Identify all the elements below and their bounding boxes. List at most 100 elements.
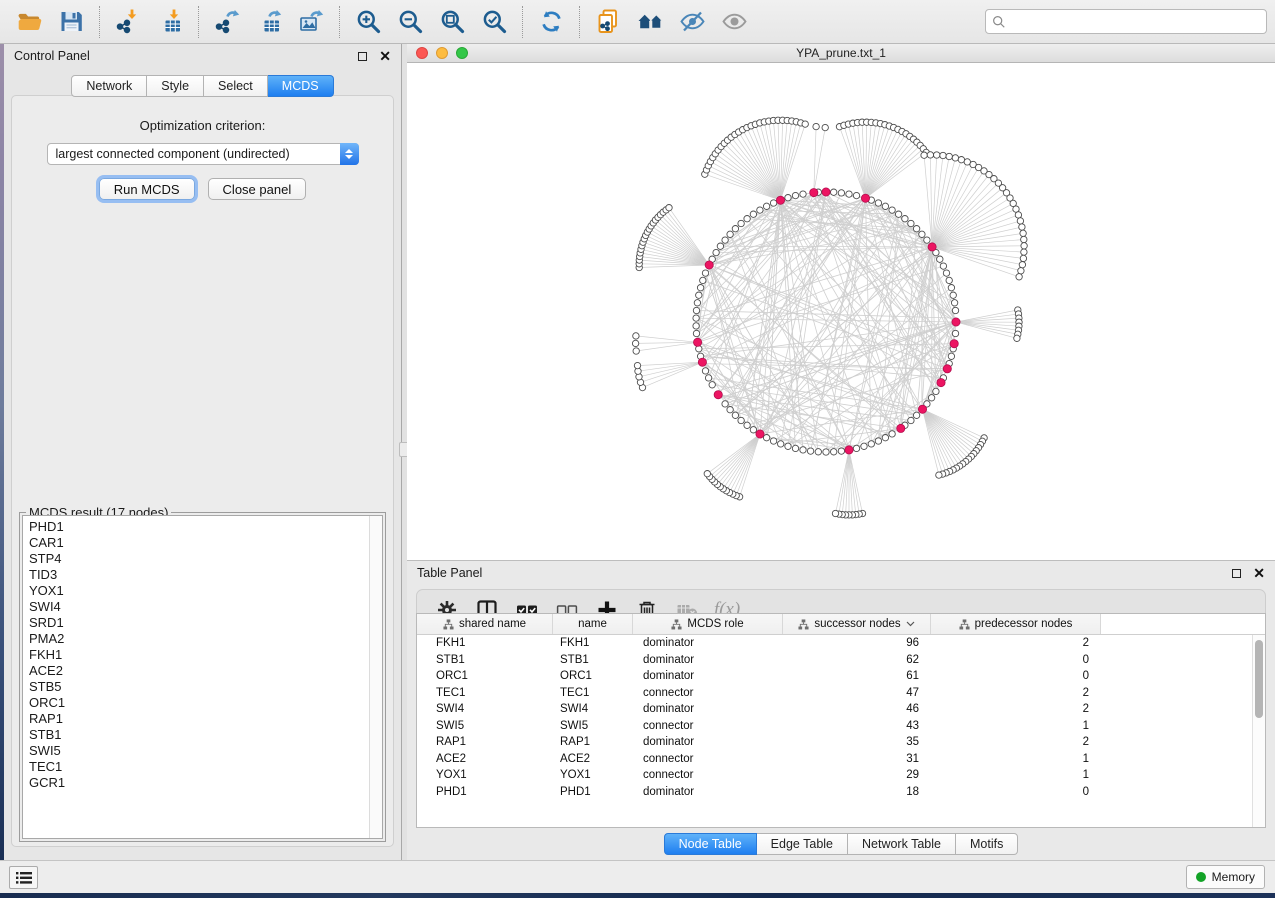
cell-successor-nodes: 29 [783, 767, 931, 784]
export-table-button[interactable] [248, 3, 290, 41]
zoom-selected-button[interactable] [473, 3, 515, 41]
mcds-list-scrollbar[interactable] [369, 516, 382, 838]
table-row[interactable]: PHD1PHD1dominator180 [417, 784, 1252, 801]
table-row[interactable]: FKH1FKH1dominator962 [417, 635, 1252, 652]
open-file-button[interactable] [8, 3, 50, 41]
import-network-icon [115, 8, 142, 35]
mcds-result-item[interactable]: PMA2 [29, 631, 369, 647]
toolbar-separator [579, 6, 580, 38]
mcds-result-item[interactable]: YOX1 [29, 583, 369, 599]
cell-name: STB1 [553, 652, 633, 669]
close-table-panel-icon[interactable]: ✕ [1253, 569, 1265, 578]
control-panel-title: Control Panel [14, 49, 358, 63]
column-type-icon [798, 619, 809, 630]
first-neighbors-button[interactable] [629, 3, 671, 41]
network-graph[interactable] [407, 63, 1275, 559]
column-label: predecessor nodes [975, 618, 1073, 630]
mcds-result-item[interactable]: SWI5 [29, 743, 369, 759]
mcds-result-item[interactable]: GCR1 [29, 775, 369, 791]
mcds-result-item[interactable]: TEC1 [29, 759, 369, 775]
column-label: successor nodes [814, 618, 900, 630]
save-session-button[interactable] [50, 3, 92, 41]
tab-motifs[interactable]: Motifs [956, 833, 1018, 855]
zoom-out-button[interactable] [389, 3, 431, 41]
hide-selected-icon [679, 8, 706, 35]
new-network-from-selection-button[interactable] [587, 3, 629, 41]
table-row[interactable]: ORC1ORC1dominator610 [417, 668, 1252, 685]
mcds-result-item[interactable]: SRD1 [29, 615, 369, 631]
search-box[interactable] [985, 9, 1267, 34]
mcds-tab-content: Optimization criterion: largest connecte… [11, 95, 394, 847]
search-input[interactable] [1006, 12, 1260, 32]
tab-network[interactable]: Network [71, 75, 147, 97]
mcds-result-item[interactable]: ACE2 [29, 663, 369, 679]
mcds-result-item[interactable]: TID3 [29, 567, 369, 583]
table-row[interactable]: TEC1TEC1connector472 [417, 685, 1252, 702]
table-row[interactable]: ACE2ACE2connector311 [417, 751, 1252, 768]
mcds-result-item[interactable]: FKH1 [29, 647, 369, 663]
toolbar-separator [522, 6, 523, 38]
mcds-result-item[interactable]: RAP1 [29, 711, 369, 727]
fan-nodes[interactable] [632, 117, 1027, 518]
table-body: FKH1FKH1dominator962STB1STB1dominator620… [417, 635, 1252, 827]
mcds-result-item[interactable]: ORC1 [29, 695, 369, 711]
cell-successor-nodes: 61 [783, 668, 931, 685]
table-row[interactable]: SWI4SWI4dominator462 [417, 701, 1252, 718]
mcds-result-list[interactable]: PHD1CAR1STP4TID3YOX1SWI4SRD1PMA2FKH1ACE2… [23, 516, 369, 838]
column-header-MCDS-role[interactable]: MCDS role [633, 614, 783, 634]
table-scrollbar[interactable] [1252, 635, 1265, 827]
tab-network-table[interactable]: Network Table [848, 833, 956, 855]
tab-style[interactable]: Style [147, 75, 204, 97]
import-table-button[interactable] [149, 3, 191, 41]
float-table-panel-icon[interactable] [1232, 569, 1241, 578]
tab-edge-table[interactable]: Edge Table [757, 833, 848, 855]
export-image-button[interactable] [290, 3, 332, 41]
run-mcds-button[interactable]: Run MCDS [99, 178, 195, 200]
refresh-button[interactable] [530, 3, 572, 41]
mcds-result-item[interactable]: SWI4 [29, 599, 369, 615]
table-row[interactable]: RAP1RAP1dominator352 [417, 734, 1252, 751]
control-panel-tabs: NetworkStyleSelectMCDS [4, 75, 401, 97]
table-row[interactable]: YOX1YOX1connector291 [417, 767, 1252, 784]
tab-select[interactable]: Select [204, 75, 268, 97]
export-network-button[interactable] [206, 3, 248, 41]
mcds-result-item[interactable]: PHD1 [29, 519, 369, 535]
right-column: YPA_prune.txt_1 Table Panel ✕ f(x) share… [407, 44, 1275, 860]
tab-node-table[interactable]: Node Table [664, 833, 757, 855]
import-network-button[interactable] [107, 3, 149, 41]
zoom-fit-button[interactable] [431, 3, 473, 41]
show-all-button[interactable] [713, 3, 755, 41]
zoom-in-button[interactable] [347, 3, 389, 41]
memory-button[interactable]: Memory [1186, 865, 1265, 889]
mcds-result-item[interactable]: CAR1 [29, 535, 369, 551]
cell-shared-name: YOX1 [417, 767, 553, 784]
table-scrollbar-thumb[interactable] [1255, 640, 1263, 718]
close-panel-icon[interactable]: ✕ [379, 52, 391, 61]
float-panel-icon[interactable] [358, 52, 367, 61]
mcds-result-item[interactable]: STB5 [29, 679, 369, 695]
first-neighbors-icon [637, 8, 664, 35]
column-header-shared-name[interactable]: shared name [417, 614, 553, 634]
cell-shared-name: RAP1 [417, 734, 553, 751]
column-header-name[interactable]: name [553, 614, 633, 634]
tab-mcds[interactable]: MCDS [268, 75, 334, 97]
task-history-button[interactable] [9, 866, 38, 889]
hide-selected-button[interactable] [671, 3, 713, 41]
cell-successor-nodes: 35 [783, 734, 931, 751]
optimization-criterion-label: Optimization criterion: [12, 118, 393, 133]
mcds-result-item[interactable]: STB1 [29, 727, 369, 743]
column-header-predecessor-nodes[interactable]: predecessor nodes [931, 614, 1101, 634]
cell-name: SWI5 [553, 718, 633, 735]
table-row[interactable]: STB1STB1dominator620 [417, 652, 1252, 669]
search-icon [992, 15, 1006, 29]
network-canvas[interactable] [407, 63, 1275, 560]
cell-predecessor-nodes: 2 [931, 701, 1101, 718]
cell-shared-name: FKH1 [417, 635, 553, 652]
table-row[interactable]: SWI5SWI5connector431 [417, 718, 1252, 735]
criterion-select[interactable]: largest connected component (undirected) [47, 143, 359, 165]
zoom-selected-icon [481, 8, 508, 35]
column-header-successor-nodes[interactable]: successor nodes [783, 614, 931, 634]
cell-mcds-role: dominator [633, 668, 783, 685]
mcds-result-item[interactable]: STP4 [29, 551, 369, 567]
close-panel-button[interactable]: Close panel [208, 178, 307, 200]
